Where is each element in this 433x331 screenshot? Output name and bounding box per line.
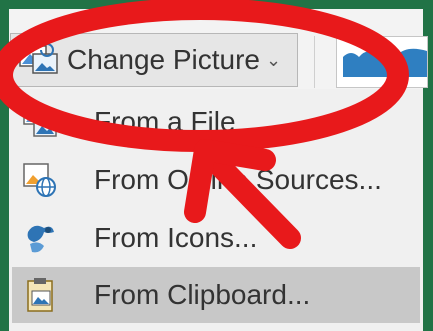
window-left-edge <box>0 0 9 331</box>
ribbon-separator <box>314 36 315 88</box>
change-picture-icon <box>17 40 59 81</box>
menu-item-label: From Icons... <box>94 222 258 253</box>
change-picture-label: Change Picture <box>67 44 261 75</box>
picture-file-icon <box>18 100 62 144</box>
change-picture-button[interactable]: Change Picture ⌄ <box>10 33 298 87</box>
menu-item-from-clipboard[interactable]: From Clipboard... <box>12 267 420 323</box>
change-picture-menu: From a File From Online Sources... From … <box>9 89 423 331</box>
menu-item-from-file[interactable]: From a File <box>12 94 420 150</box>
online-picture-icon <box>18 158 62 202</box>
clipboard-icon <box>18 273 62 317</box>
menu-item-from-icons[interactable]: From Icons... <box>12 210 420 266</box>
shapes-icon <box>18 216 62 260</box>
chevron-down-icon: ⌄ <box>266 49 282 70</box>
menu-item-label: From a File <box>94 106 236 137</box>
menu-item-label: From Online Sources... <box>94 164 382 195</box>
menu-item-label: From Clipboard... <box>94 279 311 310</box>
menu-item-from-online-sources[interactable]: From Online Sources... <box>12 152 420 208</box>
window-top-edge <box>0 0 433 9</box>
picture-style-thumbnail[interactable] <box>336 36 428 88</box>
